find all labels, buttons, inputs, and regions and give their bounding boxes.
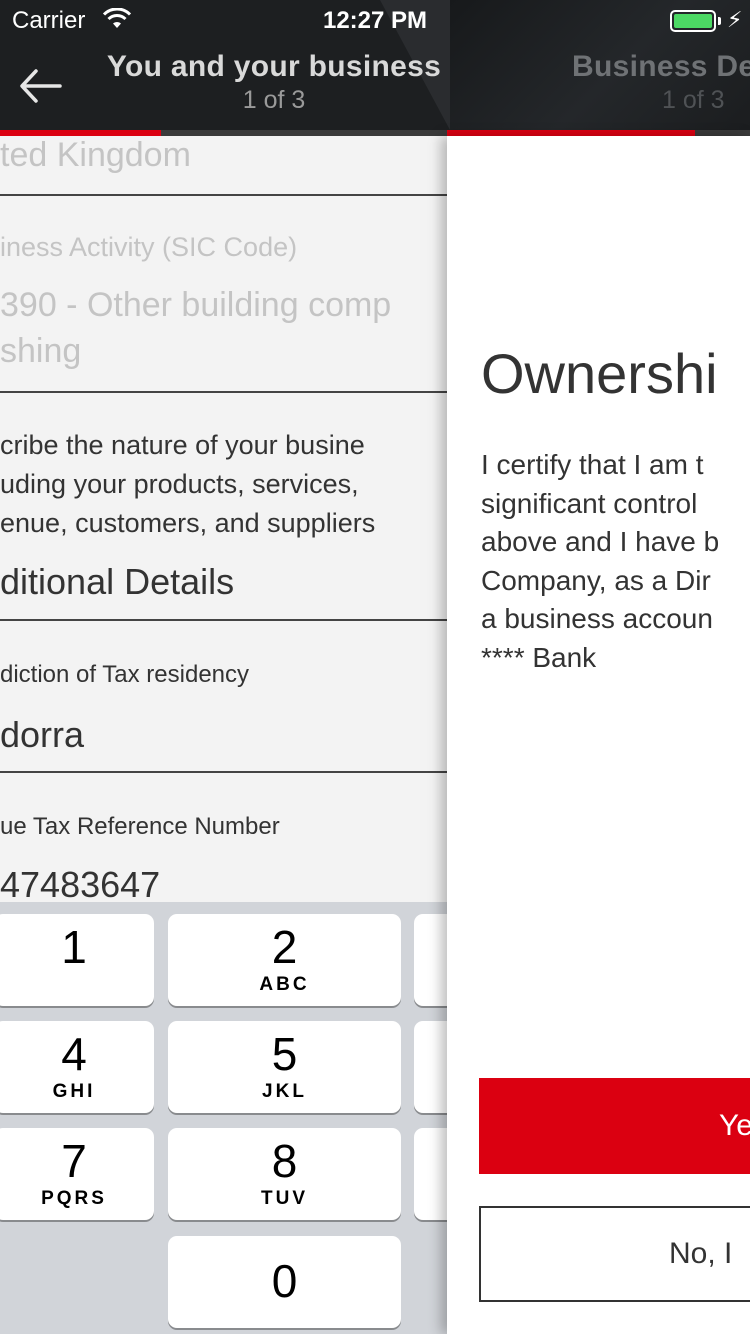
arrow-left-icon <box>18 68 62 109</box>
ownership-declaration-sheet: Ownershi I certify that I am t significa… <box>447 136 750 1334</box>
sheet-title: Ownershi <box>481 342 718 405</box>
declaration-line: Company, as a Dir <box>481 564 711 596</box>
tax-residency-label: diction of Tax residency <box>0 661 250 688</box>
nav-title-current: You and your business 1 of 3 <box>96 50 452 115</box>
key-6[interactable] <box>414 1021 447 1113</box>
key-letters: TUV <box>261 1188 308 1209</box>
nav-title-next: Business De 1 of 3 <box>572 50 750 115</box>
key-5[interactable]: 5 JKL <box>168 1021 401 1113</box>
battery-icon <box>670 10 716 32</box>
declaration-line: I certify that I am t <box>481 449 704 480</box>
declaration-line: a business accoun <box>481 603 713 634</box>
status-bar: Carrier 12:27 PM ⚡︎ <box>0 0 750 40</box>
key-letters: JKL <box>262 1081 307 1102</box>
next-step-indicator: 1 of 3 <box>662 86 725 114</box>
business-nature-field-line3[interactable]: enue, customers, and suppliers <box>0 508 375 539</box>
key-digit: 4 <box>61 1028 87 1080</box>
key-2[interactable]: 2 ABC <box>168 914 401 1006</box>
business-activity-value-cont[interactable]: shing <box>0 332 81 371</box>
key-letters: ABC <box>259 974 310 995</box>
key-digit: 0 <box>271 1255 298 1307</box>
divider <box>0 391 447 393</box>
additional-details-heading: ditional Details <box>0 561 235 602</box>
key-9[interactable] <box>414 1128 447 1220</box>
confirm-button[interactable]: Ye <box>479 1078 750 1174</box>
decline-button[interactable]: No, I <box>479 1206 750 1302</box>
next-page-title: Business De <box>572 50 750 83</box>
key-digit: 1 <box>61 921 87 973</box>
key-digit: 2 <box>271 921 298 973</box>
divider <box>0 771 447 773</box>
business-activity-label: iness Activity (SIC Code) <box>0 232 298 262</box>
back-button[interactable] <box>14 62 66 114</box>
country-field-value[interactable]: ted Kingdom <box>0 136 191 175</box>
business-activity-value[interactable]: 390 - Other building comp <box>0 286 391 325</box>
clock: 12:27 PM <box>322 7 428 34</box>
key-letters: GHI <box>52 1081 96 1102</box>
page-title: You and your business <box>106 50 442 83</box>
business-nature-field[interactable]: cribe the nature of your busine <box>0 430 365 461</box>
declaration-line: **** Bank <box>481 641 597 673</box>
business-nature-field-line2[interactable]: uding your products, services, <box>0 469 359 500</box>
divider <box>0 194 447 196</box>
charging-icon: ⚡︎ <box>727 7 743 32</box>
declaration-line: above and I have b <box>481 526 720 557</box>
key-digit: 8 <box>271 1135 298 1187</box>
key-7[interactable]: 7 PQRS <box>0 1128 154 1220</box>
tax-reference-label: ue Tax Reference Number <box>0 813 280 840</box>
key-0[interactable]: 0 <box>168 1236 401 1328</box>
key-4[interactable]: 4 GHI <box>0 1021 154 1113</box>
key-8[interactable]: 8 TUV <box>168 1128 401 1220</box>
key-3[interactable] <box>414 914 447 1006</box>
declaration-line: significant control <box>481 487 698 519</box>
battery-tip <box>718 17 721 25</box>
business-form: ted Kingdom iness Activity (SIC Code) 39… <box>0 136 447 902</box>
key-digit: 5 <box>271 1028 298 1080</box>
step-indicator: 1 of 3 <box>242 86 306 114</box>
key-digit: 7 <box>61 1135 87 1187</box>
key-1[interactable]: 1 <box>0 914 154 1006</box>
numeric-keypad: 1 2 ABC 4 GHI 5 JKL 7 PQRS 8 TUV 0 <box>0 902 447 1334</box>
tax-residency-field[interactable]: dorra <box>0 714 84 756</box>
tax-reference-input[interactable]: 47483647 <box>0 864 160 902</box>
declaration-text: I certify that I am t significant contro… <box>481 446 750 677</box>
key-letters: PQRS <box>41 1188 107 1209</box>
divider <box>0 619 447 621</box>
